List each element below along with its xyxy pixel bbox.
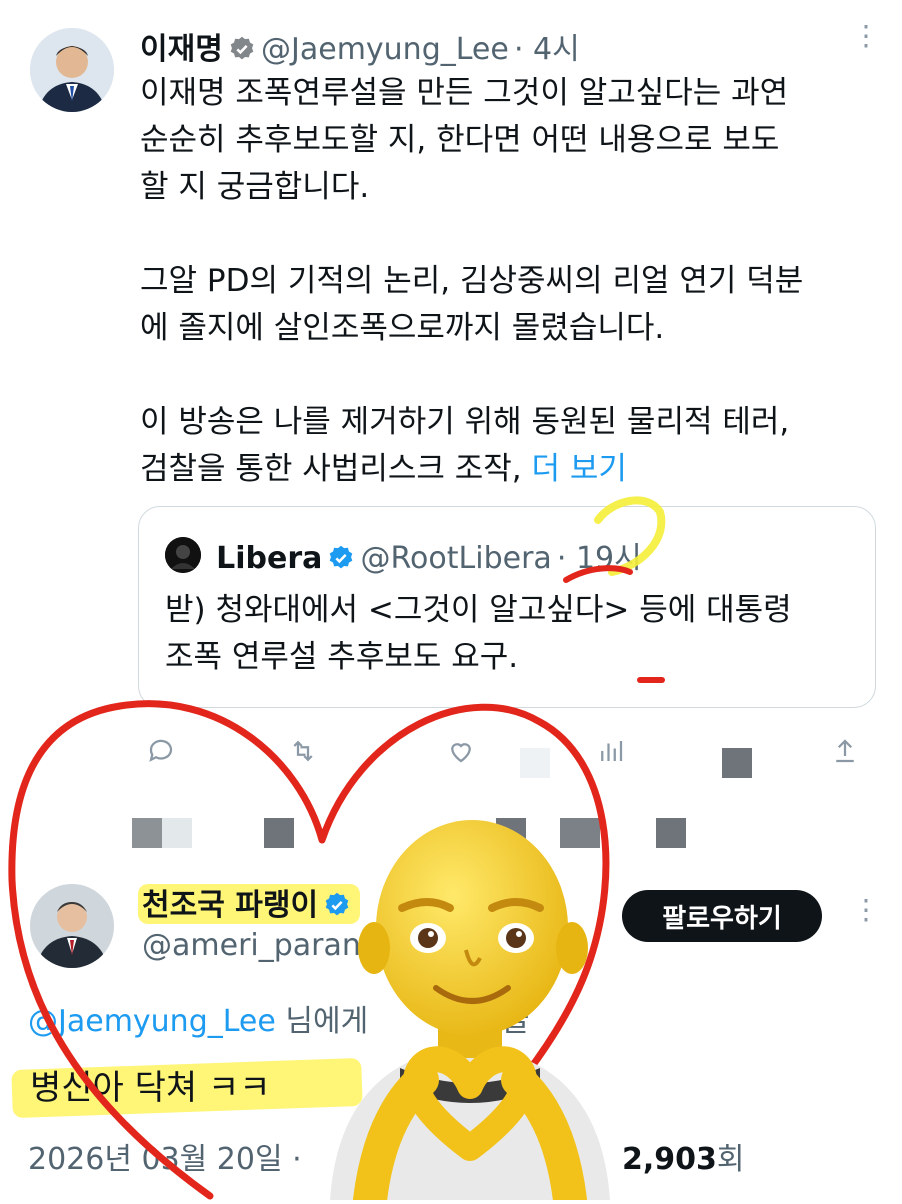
quote-avatar[interactable] <box>165 537 201 573</box>
more-options-icon[interactable]: ⋮ <box>852 896 880 924</box>
tweet-time[interactable]: · 4시 <box>514 32 580 67</box>
reply-author-avatar[interactable] <box>30 884 114 968</box>
views-unit: 회 <box>716 1142 745 1177</box>
author-name[interactable]: 이재명 <box>140 32 223 67</box>
reply-author-name[interactable]: 천조국 파랭이 <box>142 888 318 923</box>
show-more-link[interactable]: 더 보기 <box>532 451 627 487</box>
reply-icon[interactable] <box>146 736 176 770</box>
more-options-icon[interactable]: ⋮ <box>852 22 880 50</box>
reply-to-link[interactable]: @Jaemyung_Lee <box>28 1004 276 1039</box>
tweet-line: 이재명 조폭연루설을 만든 그것이 알고싶다는 과연 <box>140 75 789 111</box>
quote-header: Libera @RootLibera · 19시 <box>165 533 642 577</box>
quote-line: 받) 청와대에서 <그것이 알고싶다> 등에 대통령 <box>165 592 792 628</box>
like-icon[interactable] <box>446 736 476 770</box>
follow-button[interactable]: 팔로우하기 <box>622 890 822 942</box>
tweet-line: 에 졸지에 살인조폭으로까지 몰렸습니다. <box>140 310 665 346</box>
quote-handle[interactable]: @RootLibera <box>361 541 552 576</box>
tweet-line: 순순히 추후보도할 지, 한다면 어떤 내용으로 보도 <box>140 122 780 158</box>
retweet-icon[interactable] <box>288 736 318 770</box>
quote-time[interactable]: · 19시 <box>557 541 642 576</box>
reply-date: 2026년 03월 20일 · <box>28 1142 302 1177</box>
verified-badge-icon <box>327 544 355 572</box>
tweet-body: 이재명 조폭연루설을 만든 그것이 알고싶다는 과연 순순히 추후보도할 지, … <box>140 70 880 493</box>
quote-line: 조폭 연루설 추후보도 요구. <box>165 639 519 675</box>
views-icon[interactable] <box>596 736 626 770</box>
tweet-line: 검찰을 통한 사법리스크 조작, <box>140 451 522 487</box>
tweet-header: 이재명 @Jaemyung_Lee · 4시 <box>140 24 580 68</box>
tweet-line: 이 방송은 나를 제거하기 위해 동원된 물리적 테러, <box>140 404 790 440</box>
tweet-actions <box>140 730 880 770</box>
tweet-line: 할 지 궁금합니다. <box>140 169 370 205</box>
verified-badge-icon <box>228 35 256 63</box>
emoji-heart-hands <box>310 818 630 1204</box>
reply-text: 병신아 닥쳐 ㅋㅋ <box>30 1068 271 1108</box>
tweet-line: 그알 PD의 기적의 논리, 김상중씨의 리얼 연기 덕분 <box>140 263 804 299</box>
author-avatar[interactable] <box>30 28 114 112</box>
share-icon[interactable] <box>830 736 860 770</box>
quote-body: 받) 청와대에서 <그것이 알고싶다> 등에 대통령 조폭 연루설 추후보도 요… <box>165 587 865 681</box>
views-count: 2,903 <box>622 1142 717 1177</box>
author-handle[interactable]: @Jaemyung_Lee <box>261 32 509 67</box>
quote-author-name[interactable]: Libera <box>216 541 322 576</box>
quoted-tweet[interactable]: Libera @RootLibera · 19시 받) 청와대에서 <그것이 알… <box>138 506 876 708</box>
reply-views: 2,903회 <box>622 1134 745 1178</box>
